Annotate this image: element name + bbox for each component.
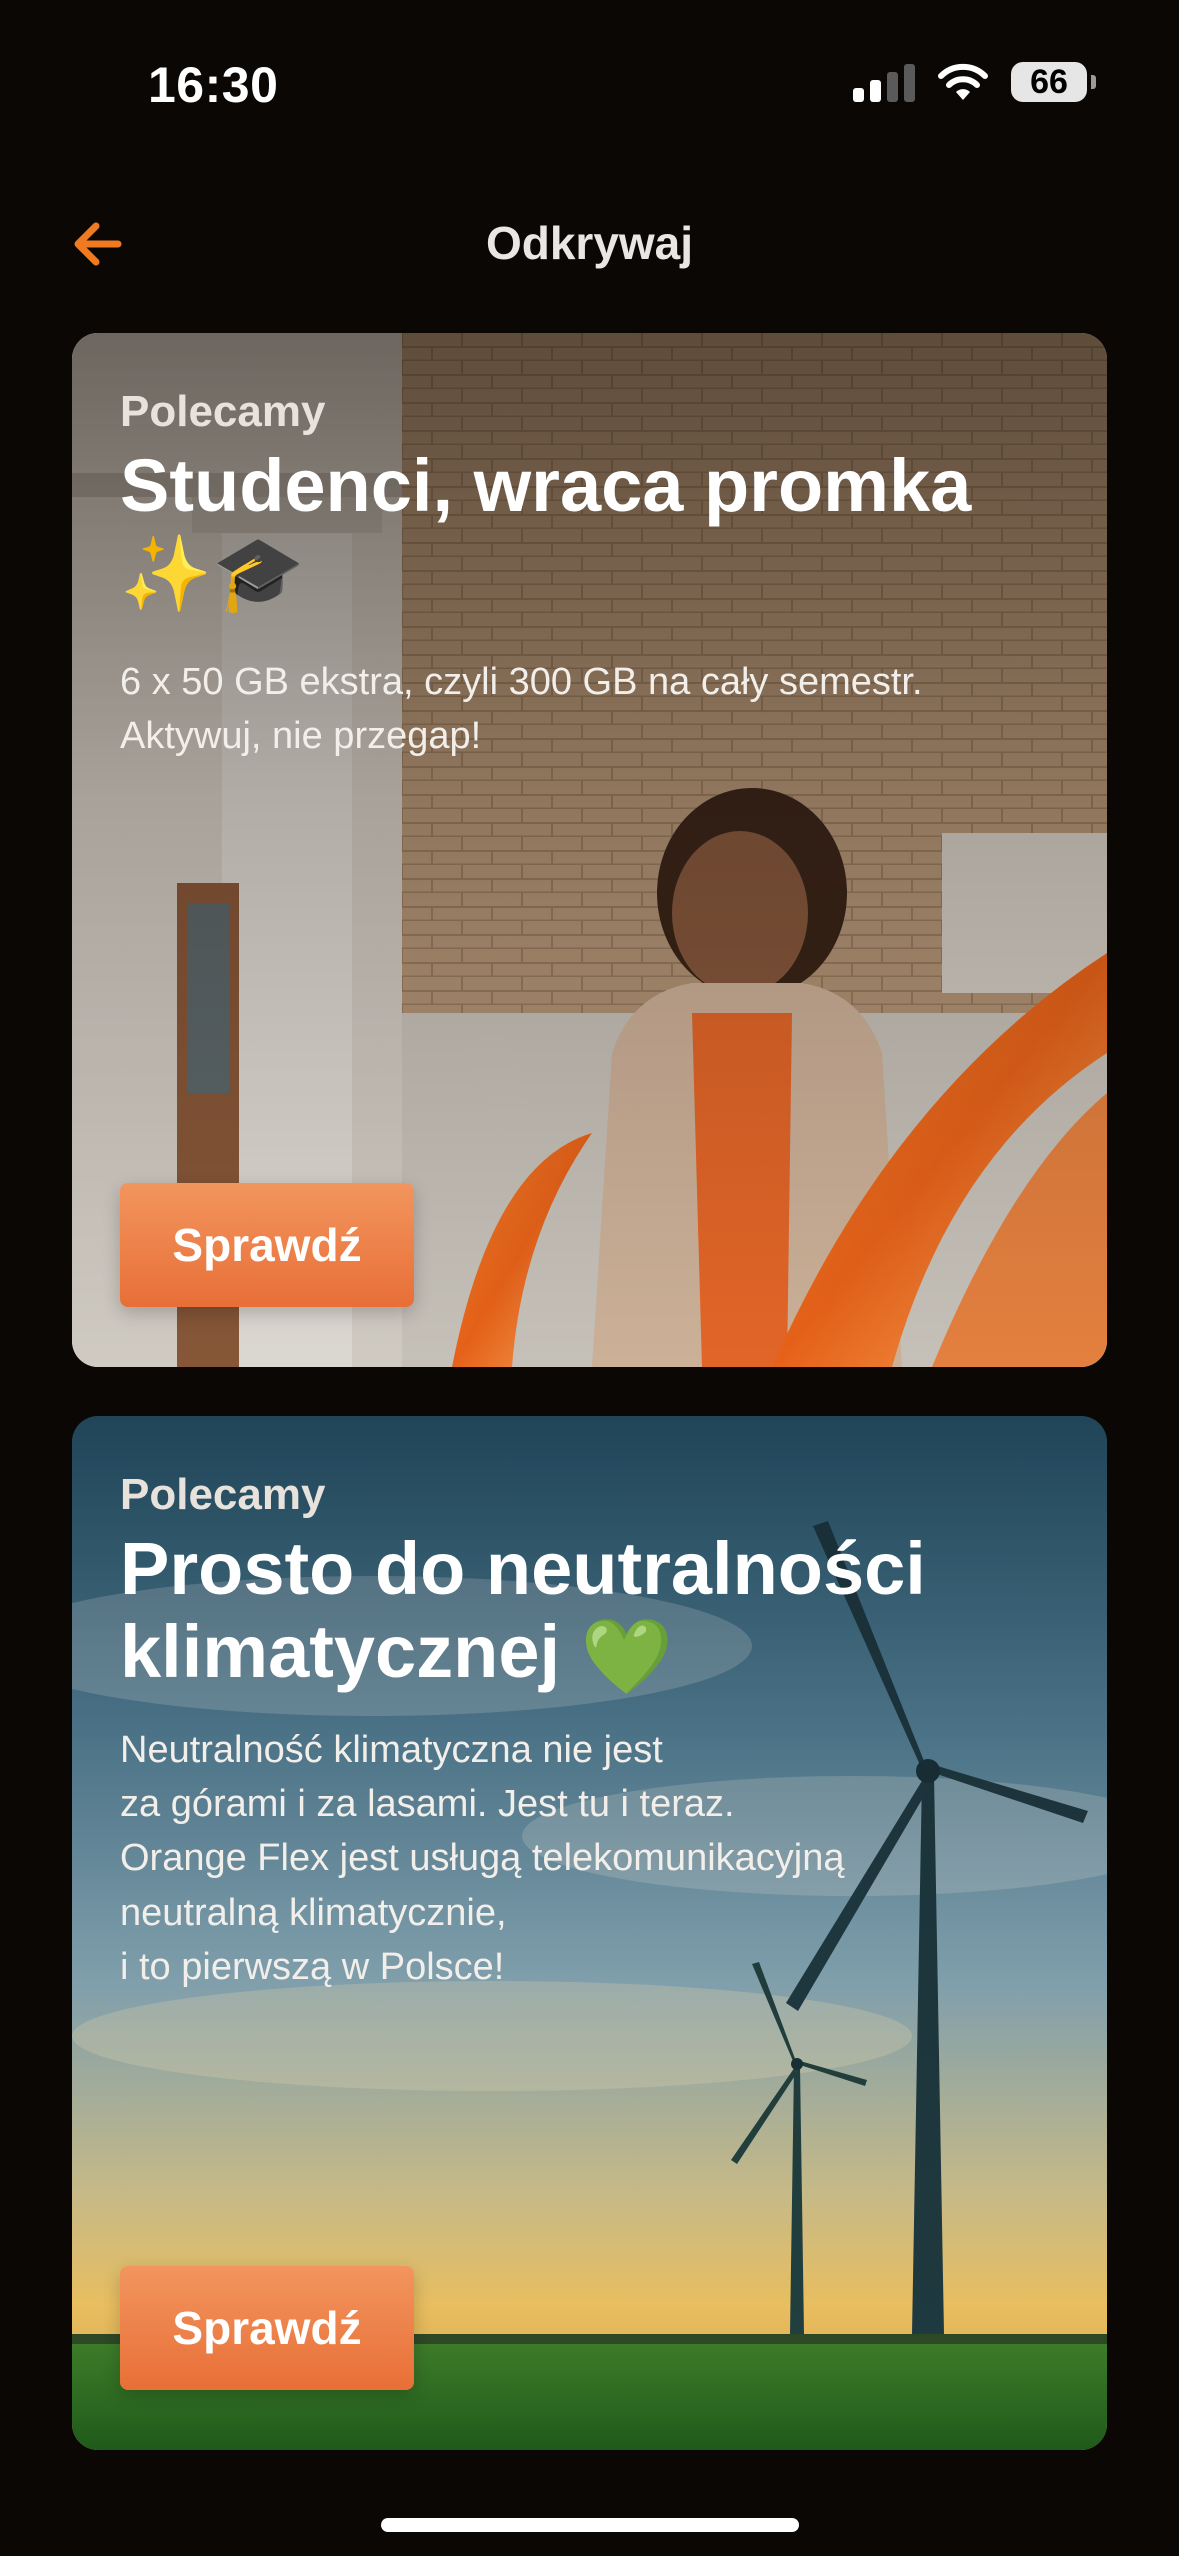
card-eyebrow: Polecamy (120, 387, 326, 436)
battery-indicator: 66 (1011, 62, 1096, 102)
card-title: Studenci, wraca promka ✨🎓 (120, 444, 1059, 616)
status-time: 16:30 (148, 57, 279, 113)
cellular-signal-icon (853, 62, 915, 102)
card-description: Neutralność klimatyczna nie jest za góra… (120, 1728, 845, 1989)
card-description: 6 x 50 GB ekstra, czyli 300 GB na cały s… (120, 660, 923, 757)
page-title: Odkrywaj (485, 217, 694, 269)
card-text: Polecamy Prosto do neutralności klimatyc… (120, 1470, 1059, 1994)
wifi-icon (937, 62, 989, 102)
card-title-text: Studenci, wraca promka (120, 444, 972, 527)
sparkles-graduation-cap-icon: ✨🎓 (120, 531, 305, 615)
check-button[interactable]: Sprawdź (120, 1183, 414, 1307)
promo-card-students[interactable]: Polecamy Studenci, wraca promka ✨🎓 6 x 50… (72, 333, 1107, 1367)
check-button[interactable]: Sprawdź (120, 2266, 414, 2390)
card-text: Polecamy Studenci, wraca promka ✨🎓 6 x 50… (120, 387, 1059, 764)
green-heart-icon: 💚 (580, 1614, 673, 1698)
card-title-text: Prosto do neutralności klimatycznej (120, 1527, 926, 1693)
card-eyebrow: Polecamy (120, 1470, 326, 1519)
promo-card-climate[interactable]: Polecamy Prosto do neutralności klimatyc… (72, 1416, 1107, 2450)
status-icons: 66 (853, 62, 1096, 102)
home-indicator[interactable] (381, 2518, 799, 2532)
card-title: Prosto do neutralności klimatycznej 💚 (120, 1527, 1059, 1699)
